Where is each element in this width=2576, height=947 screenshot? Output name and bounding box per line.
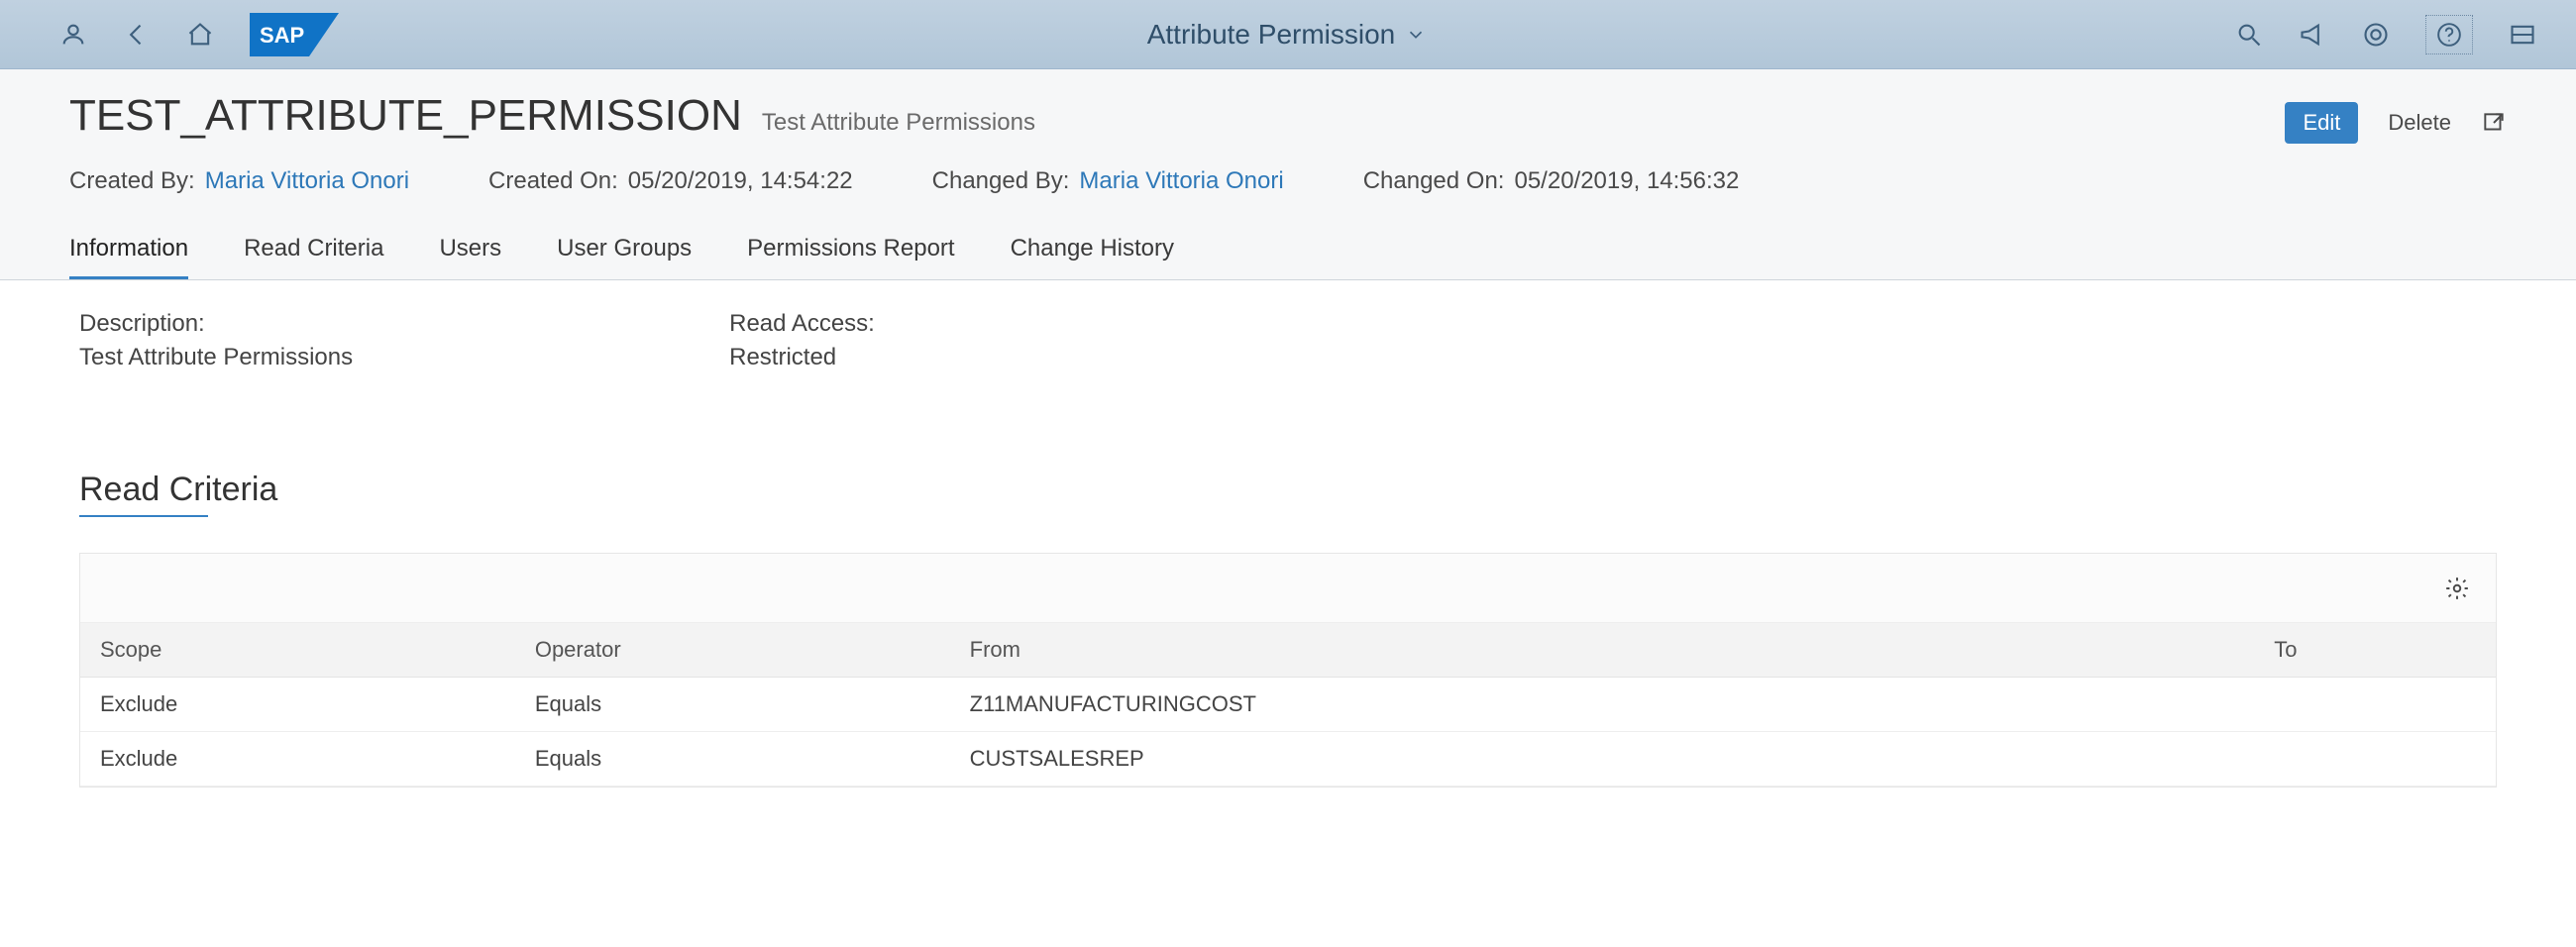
help-icon bbox=[2436, 22, 2462, 48]
cell-operator: Equals bbox=[515, 678, 950, 732]
changed-by-link[interactable]: Maria Vittoria Onori bbox=[1079, 167, 1283, 195]
shell-title: Attribute Permission bbox=[1147, 19, 1396, 51]
gear-icon[interactable] bbox=[2444, 576, 2470, 601]
meta-created-on: Created On: 05/20/2019, 14:54:22 bbox=[488, 167, 853, 195]
cell-operator: Equals bbox=[515, 732, 950, 787]
section-underline bbox=[79, 515, 208, 517]
col-from: From bbox=[950, 623, 2255, 678]
read-access-label: Read Access: bbox=[729, 310, 875, 338]
description-label: Description: bbox=[79, 310, 353, 338]
tab-read-criteria[interactable]: Read Criteria bbox=[244, 235, 383, 279]
shell-left: SAP bbox=[59, 13, 339, 56]
cell-to bbox=[2254, 732, 2496, 787]
col-scope: Scope bbox=[80, 623, 515, 678]
tab-user-groups[interactable]: User Groups bbox=[557, 235, 692, 279]
table-row[interactable]: Exclude Equals CUSTSALESREP bbox=[80, 732, 2496, 787]
tab-information[interactable]: Information bbox=[69, 235, 188, 279]
created-on-value: 05/20/2019, 14:54:22 bbox=[628, 167, 853, 195]
title-actions: Edit Delete bbox=[2285, 102, 2507, 144]
info-read-access: Read Access: Restricted bbox=[729, 310, 875, 371]
col-operator: Operator bbox=[515, 623, 950, 678]
delete-button[interactable]: Delete bbox=[2382, 109, 2457, 137]
meta-label: Created On: bbox=[488, 167, 618, 195]
meta-row: Created By: Maria Vittoria Onori Created… bbox=[69, 167, 2507, 195]
page-title: TEST_ATTRIBUTE_PERMISSION bbox=[69, 91, 742, 141]
read-criteria-table: Scope Operator From To Exclude Equals Z1… bbox=[80, 623, 2496, 787]
read-access-value: Restricted bbox=[729, 344, 875, 371]
megaphone-icon[interactable] bbox=[2299, 21, 2326, 49]
info-description: Description: Test Attribute Permissions bbox=[79, 310, 353, 371]
cell-from: Z11MANUFACTURINGCOST bbox=[950, 678, 2255, 732]
meta-label: Changed By: bbox=[932, 167, 1070, 195]
edit-button[interactable]: Edit bbox=[2285, 102, 2358, 144]
table-toolbar bbox=[80, 554, 2496, 623]
changed-on-value: 05/20/2019, 14:56:32 bbox=[1514, 167, 1739, 195]
meta-created-by: Created By: Maria Vittoria Onori bbox=[69, 167, 409, 195]
user-icon[interactable] bbox=[59, 21, 87, 49]
search-icon[interactable] bbox=[2235, 21, 2263, 49]
back-icon[interactable] bbox=[123, 21, 151, 49]
meta-label: Created By: bbox=[69, 167, 195, 195]
read-criteria-table-wrap: Scope Operator From To Exclude Equals Z1… bbox=[79, 553, 2497, 788]
shell-bar: SAP Attribute Permission bbox=[0, 0, 2576, 69]
shell-right bbox=[2235, 15, 2536, 54]
meta-changed-by: Changed By: Maria Vittoria Onori bbox=[932, 167, 1284, 195]
meta-label: Changed On: bbox=[1363, 167, 1505, 195]
meta-changed-on: Changed On: 05/20/2019, 14:56:32 bbox=[1363, 167, 1740, 195]
page-subtitle: Test Attribute Permissions bbox=[762, 109, 1035, 137]
chevron-down-icon bbox=[1405, 24, 1427, 46]
cell-from: CUSTSALESREP bbox=[950, 732, 2255, 787]
help-button[interactable] bbox=[2425, 15, 2473, 54]
cell-to bbox=[2254, 678, 2496, 732]
table-header-row: Scope Operator From To bbox=[80, 623, 2496, 678]
col-to: To bbox=[2254, 623, 2496, 678]
home-icon[interactable] bbox=[186, 21, 214, 49]
info-grid: Description: Test Attribute Permissions … bbox=[79, 310, 2497, 371]
read-criteria-title: Read Criteria bbox=[79, 471, 2497, 509]
svg-text:SAP: SAP bbox=[260, 23, 304, 48]
content: Description: Test Attribute Permissions … bbox=[0, 280, 2576, 847]
tab-change-history[interactable]: Change History bbox=[1011, 235, 1174, 279]
title-row: TEST_ATTRIBUTE_PERMISSION Test Attribute… bbox=[69, 91, 2507, 144]
object-header: TEST_ATTRIBUTE_PERMISSION Test Attribute… bbox=[0, 69, 2576, 280]
table-row[interactable]: Exclude Equals Z11MANUFACTURINGCOST bbox=[80, 678, 2496, 732]
sap-logo: SAP bbox=[250, 13, 339, 56]
target-icon[interactable] bbox=[2362, 21, 2390, 49]
tabs: Information Read Criteria Users User Gro… bbox=[69, 235, 2507, 279]
cell-scope: Exclude bbox=[80, 732, 515, 787]
description-value: Test Attribute Permissions bbox=[79, 344, 353, 371]
cell-scope: Exclude bbox=[80, 678, 515, 732]
created-by-link[interactable]: Maria Vittoria Onori bbox=[205, 167, 409, 195]
shell-title-wrap[interactable]: Attribute Permission bbox=[339, 19, 2235, 51]
panel-icon[interactable] bbox=[2509, 21, 2536, 49]
tab-permissions-report[interactable]: Permissions Report bbox=[747, 235, 954, 279]
share-icon[interactable] bbox=[2481, 110, 2507, 136]
tab-users[interactable]: Users bbox=[439, 235, 501, 279]
